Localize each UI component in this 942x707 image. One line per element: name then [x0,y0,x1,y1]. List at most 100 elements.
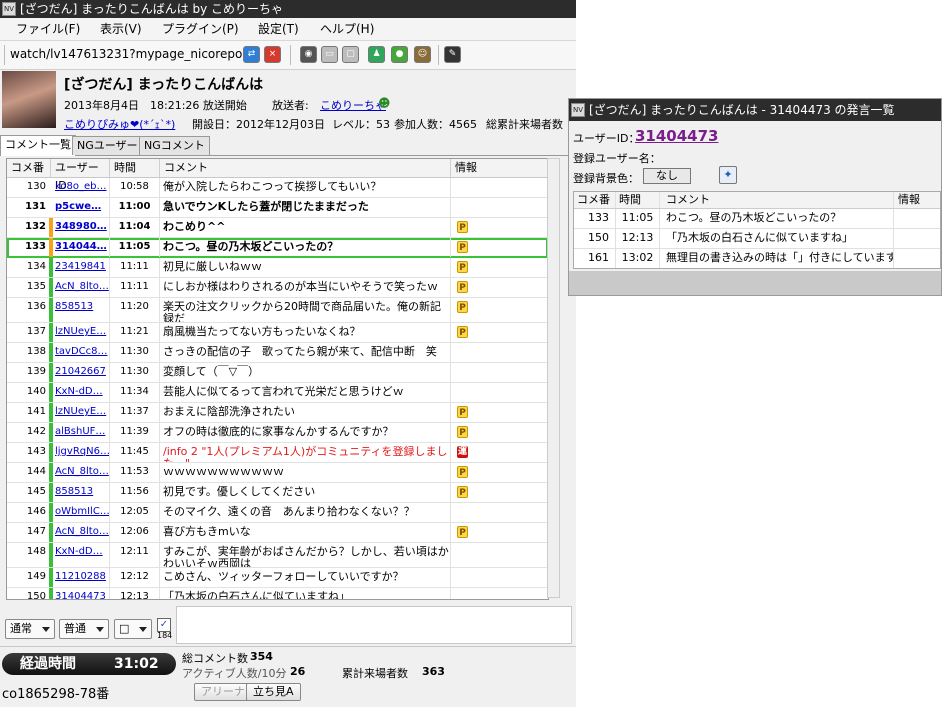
comment-input[interactable] [176,606,572,644]
sub-title-bar[interactable]: NV [ざつだん] まったりこんばんは - 31404473 の発言一覧 [569,99,941,121]
comment-text: さっきの配信の子 歌ってたら親が来て、配信中断 笑 [160,343,451,362]
sub-col-header-no[interactable]: コメ番 [574,192,616,208]
anonymous-label: 184 [157,631,173,640]
table-row[interactable]: 140 KxN-dD… 11:34 芸能人に似てるって言われて光栄だと思うけどｗ [7,383,548,403]
col-header-time[interactable]: 時間 [110,159,160,177]
user-id-link[interactable]: AcN_8lto… [51,523,110,542]
broadcaster-link[interactable]: こめりーちゃ [320,97,386,113]
table-row[interactable]: 137 lzNUeyE… 11:21 扇風機当たってない方もったいなくね？ P [7,323,548,343]
standing-button[interactable]: 立ち見A [246,683,301,701]
broadcaster-avatar [2,71,56,128]
table-row[interactable]: 136 858513 11:20 楽天の注文クリックから20時間で商品届いた。俺の新記… [7,298,548,323]
sub-col-header-info[interactable]: 情報 [894,192,940,208]
table-row[interactable]: 149 11210288 12:12 こめさん、ツィッターフォローしていいですか？ [7,568,548,588]
size-value: 普通 [64,622,86,635]
user-id-link[interactable]: 31404473 [51,588,110,599]
users-icon[interactable]: ♟ [368,46,385,63]
table-row[interactable]: 133 314044… 11:05 わこつ。昼の乃木坂どこいったの？ P [7,238,548,258]
table-row[interactable]: 135 AcN_8lto… 11:11 にしおか様はわりされるのが本当にいやそうで笑っ… [7,278,548,298]
disconnect-icon[interactable]: × [264,46,281,63]
size-select[interactable]: 普通 [59,619,109,639]
table-row[interactable]: 145 858513 11:56 初見です。優しくしてください P [7,483,548,503]
position-select[interactable]: 通常 [5,619,55,639]
user-id-link[interactable]: 858513 [51,298,110,322]
menu-file[interactable]: ファイル(F) [16,21,80,37]
user-id-link[interactable]: 348980… [51,218,110,237]
user-id-link[interactable]: KxN-dD… [51,383,110,402]
table-row[interactable]: 130 ko8o_eb… 10:58 俺が入院したらわこつって挨拶してもいい？ [7,178,548,198]
on-icon[interactable]: ● [391,46,408,63]
col-header-no[interactable]: コメ番 [7,159,51,177]
user-id-link[interactable]: 21042667 [51,363,110,382]
col-header-user-id[interactable]: ユーザーID [51,159,110,192]
user-id-link[interactable]: lzNUeyE… [51,403,110,422]
sub-col-header-comment[interactable]: コメント [660,192,894,208]
menu-help[interactable]: ヘルプ(H) [320,21,374,37]
user-id-link[interactable]: tavDCc8… [51,343,110,362]
user-id-link[interactable]: 23419841 [51,258,110,277]
color-select[interactable]: □ [114,619,152,639]
table-row[interactable]: 148 KxN-dD… 12:11 すみこが、実年齢がおばさんだから？しかし、若い頃は… [7,543,548,568]
table-row[interactable]: 139 21042667 11:30 変顔して（￣▽￣） [7,363,548,383]
list-item[interactable]: 133 11:05 わこつ。昼の乃木坂どこいったの？ [574,209,940,229]
window-icon[interactable]: ▢ [342,46,359,63]
app-icon: NV [571,103,585,117]
user-id-link[interactable]: 31404473 [635,127,719,145]
user-id-link[interactable]: ljgvRqN6… [51,443,110,462]
table-row[interactable]: 147 AcN_8lto… 12:06 喜び方もきmいな P [7,523,548,543]
table-row[interactable]: 144 AcN_8lto… 11:53 ｗｗｗｗｗｗｗｗｗｗｗ P [7,463,548,483]
menu-plugin[interactable]: プラグイン(P) [162,21,239,37]
table-row[interactable]: 150 31404473 12:13 「乃木坂の白石さんに似ていますね」 [7,588,548,599]
sub-col-header-time[interactable]: 時間 [616,192,660,208]
wrench-icon[interactable]: ✦ [719,166,737,184]
user-id-link[interactable]: lzNUeyE… [51,323,110,342]
table-row[interactable]: 141 lzNUeyE… 11:37 おまえに陰部洗浄されたい P [7,403,548,423]
table-row[interactable]: 134 23419841 11:11 初見に厳しいねｗｗ P [7,258,548,278]
tab-ng-comments[interactable]: NGコメント [139,136,210,155]
table-row[interactable]: 142 alBshUF… 11:39 オフの時は徹底的に家事なんかするんですか？ P [7,423,548,443]
window-title: [ざつだん] まったりこんばんは by こめりーちゃ [20,2,284,16]
user-id-link[interactable]: KxN-dD… [51,543,110,567]
comment-number: 140 [7,383,51,402]
list-item[interactable]: 150 12:13 「乃木坂の白石さんに似ていますね」 [574,229,940,249]
user-id-link[interactable]: oWbmIlC… [51,503,110,522]
comment-info: P [451,278,548,297]
user-id-link[interactable]: 314044… [51,238,110,257]
user-id-link[interactable]: 11210288 [51,568,110,587]
tab-comment-list[interactable]: コメント一覧 [0,135,76,156]
menu-settings[interactable]: 設定(T) [258,21,299,37]
community-link[interactable]: こめりぴみゅ❤(*´ｪ`*) [64,116,175,132]
arena-button[interactable]: アリーナ [194,683,252,701]
user-id-link[interactable]: p5cwe… [51,198,110,217]
title-bar[interactable]: NV [ざつだん] まったりこんばんは by こめりーちゃ [0,0,576,18]
menu-view[interactable]: 表示(V) [100,21,142,37]
plugin-icon[interactable]: ✎ [444,46,461,63]
table-row[interactable]: 131 p5cwe… 11:00 急いでウンKしたら蓋が閉じたままだった [7,198,548,218]
screen-icon[interactable]: ▭ [321,46,338,63]
col-header-info[interactable]: 情報 [451,159,548,177]
table-row[interactable]: 138 tavDCc8… 11:30 さっきの配信の子 歌ってたら親が来て、配信中断 … [7,343,548,363]
comment-text: にしおか様はわりされるのが本当にいやそうで笑ったｗ [160,278,451,297]
sub-window-title: [ざつだん] まったりこんばんは - 31404473 の発言一覧 [589,103,895,117]
face-icon[interactable]: ☺ [414,46,431,63]
table-row[interactable]: 132 348980… 11:04 わこめり^^ P [7,218,548,238]
user-id-link[interactable]: AcN_8lto… [51,463,110,482]
tab-ng-users[interactable]: NGユーザー [72,136,143,155]
table-row[interactable]: 146 oWbmIlC… 12:05 そのマイク、遠くの音 あんまり拾わなくない？？ [7,503,548,523]
comment-number: 161 [574,249,616,268]
user-id-link[interactable]: ko8o_eb… [51,178,110,197]
url-field[interactable]: watch/lv147613231?mypage_nicorepo [10,47,242,61]
col-header-comment[interactable]: コメント [160,159,451,177]
comment-time: 10:58 [110,178,160,197]
user-id-link[interactable]: 858513 [51,483,110,502]
table-scrollbar[interactable] [547,158,560,598]
list-item[interactable]: 161 13:02 無理目の書き込みの時は「」付きにしています [574,249,940,268]
camera-icon[interactable]: ◉ [300,46,317,63]
connect-icon[interactable]: ⇄ [243,46,260,63]
comment-info: P [451,323,548,342]
anonymous-checkbox[interactable]: ✓ [157,618,171,632]
table-row[interactable]: 143 ljgvRqN6… 11:45/info 2 "1人(プレミアム1人)がコミ… [7,443,548,463]
user-id-link[interactable]: AcN_8lto… [51,278,110,297]
user-id-link[interactable]: alBshUF… [51,423,110,442]
bg-color-value[interactable]: なし [643,168,691,184]
